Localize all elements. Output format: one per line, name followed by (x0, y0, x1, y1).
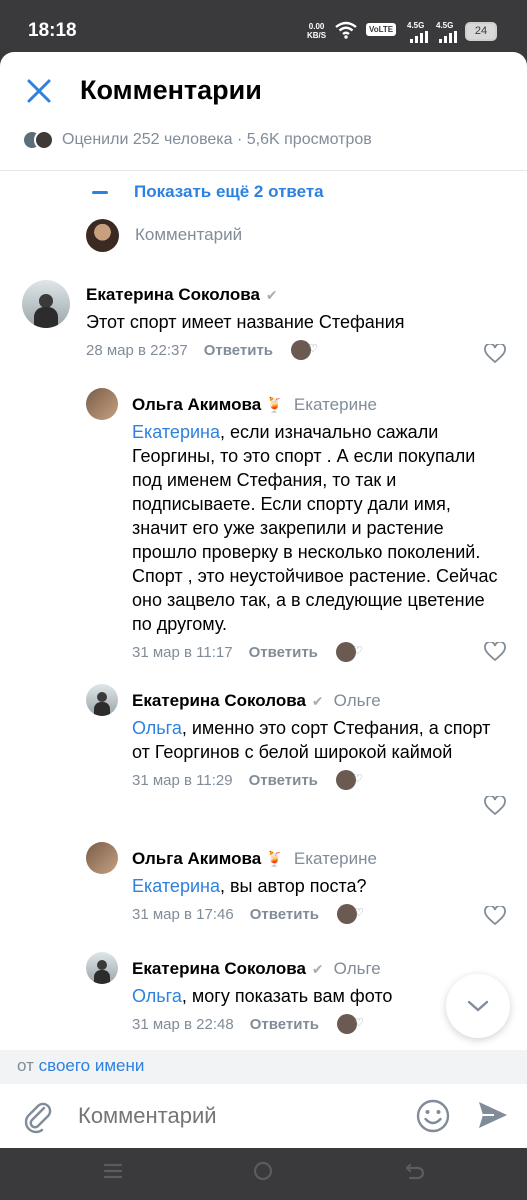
comment-text: Екатерина, вы автор поста? (132, 874, 507, 898)
comment-text-content: , могу показать вам фото (181, 986, 393, 1006)
reply-button[interactable]: Ответить (250, 906, 319, 923)
comment-date: 31 мар в 11:17 (132, 643, 233, 661)
likes-text: Оценили 252 человека · 5,6K просмотров (62, 131, 372, 148)
avatar[interactable] (22, 280, 70, 328)
mention-link[interactable]: Ольга (132, 718, 182, 738)
battery-level: 24 (474, 25, 488, 37)
signal-icon (410, 31, 428, 43)
comment: Екатерина Соколова ✔ Ольге Ольга, именно… (86, 684, 512, 824)
heart-icon[interactable] (484, 906, 506, 926)
verified-icon: ✔ (311, 692, 324, 709)
post-as-prefix: от (17, 1056, 34, 1075)
divider (0, 170, 527, 171)
comment-text-content: , именно это сорт Стефания, а спорт от Г… (132, 718, 491, 762)
verified-icon: ✔ (311, 960, 324, 977)
show-more-replies-label: Показать ещё 2 ответа (134, 182, 324, 201)
reply-to-name: Екатерине (293, 849, 377, 868)
status-bar: 18:18 0.00 KB/S VoLTE 4.5G 4.5G 24 (0, 0, 527, 60)
signal-icon (439, 31, 457, 43)
comment-text: Ольга, именно это сорт Стефания, а спорт… (132, 716, 507, 764)
system-nav-bar (0, 1148, 527, 1200)
comment-date: 31 мар в 11:29 (132, 771, 233, 789)
net-speed: 0.00 KB/S (307, 22, 326, 40)
comment-input[interactable] (78, 1100, 398, 1132)
comment-text: Этот спорт имеет название Стефания (86, 310, 506, 334)
liker-avatar (337, 1014, 364, 1034)
comment-author[interactable]: Екатерина Соколова (132, 691, 306, 711)
battery-icon: 24 (465, 22, 497, 41)
comment: Екатерина Соколова ✔ Этот спорт имеет на… (22, 280, 512, 370)
home-icon[interactable] (252, 1160, 274, 1182)
attach-icon[interactable] (20, 1098, 56, 1134)
close-icon[interactable] (24, 76, 54, 106)
comment-date: 28 мар в 22:37 (86, 341, 188, 359)
comment-author[interactable]: Ольга Акимова (132, 849, 261, 869)
page-title: Комментарии (80, 75, 262, 105)
reply-button[interactable]: Ответить (250, 1016, 319, 1033)
comment-text-content: , если изначально сажали Георгины, то эт… (132, 422, 498, 634)
reply-to-name: Ольге (333, 691, 381, 710)
mention-link[interactable]: Екатерина (132, 422, 220, 442)
comment-text-content: , вы автор поста? (219, 876, 367, 896)
liker-avatar (335, 770, 363, 790)
heart-icon[interactable] (484, 344, 506, 364)
comment-text-content: Этот спорт имеет название Стефания (86, 312, 405, 332)
thread-reply-placeholder: Комментарий (135, 225, 243, 244)
mention-link[interactable]: Ольга (132, 986, 182, 1006)
comment: Ольга Акимова 🍹 Екатерине Екатерина, вы … (86, 842, 512, 938)
mention-link[interactable]: Екатерина (132, 876, 220, 896)
send-icon[interactable] (476, 1098, 510, 1132)
comment: Екатерина Соколова ✔ Ольге Ольга, могу п… (86, 952, 426, 1048)
comment-text: Екатерина, если изначально сажали Георги… (132, 420, 507, 636)
wifi-icon (335, 21, 357, 39)
show-more-replies-button[interactable]: Показать ещё 2 ответа (92, 180, 324, 204)
collapse-dash-icon (92, 190, 108, 194)
likes-summary[interactable]: Оценили 252 человека · 5,6K просмотров (22, 128, 372, 152)
comment-date: 31 мар в 17:46 (132, 905, 234, 923)
avatar (86, 218, 119, 252)
heart-icon[interactable] (484, 796, 506, 816)
avatar[interactable] (86, 388, 118, 420)
reply-button[interactable]: Ответить (204, 342, 273, 359)
cocktail-emoji: 🍹 (265, 397, 284, 414)
reply-to-name: Екатерине (293, 395, 377, 414)
comment-text: Ольга, могу показать вам фото (132, 984, 422, 1008)
cocktail-emoji: 🍹 (265, 851, 284, 868)
comment-author[interactable]: Екатерина Соколова (86, 285, 260, 305)
avatar[interactable] (86, 952, 118, 984)
sim1-network: 4.5G (407, 21, 425, 30)
emoji-icon[interactable] (415, 1098, 451, 1134)
comment-author[interactable]: Екатерина Соколова (132, 959, 306, 979)
comments-sheet: Комментарии Оценили 252 человека · 5,6K … (0, 52, 527, 1148)
net-speed-value: 0.00 (308, 22, 325, 31)
liker-avatar (335, 642, 363, 662)
comment-author[interactable]: Ольга Акимова (132, 395, 261, 415)
comment-composer (0, 1084, 527, 1148)
scroll-down-button[interactable] (446, 974, 510, 1038)
chevron-down-icon (467, 1000, 489, 1012)
sim2-network: 4.5G (436, 21, 454, 30)
avatar[interactable] (86, 684, 118, 716)
volte-badge: VoLTE (366, 23, 397, 36)
post-as-bar: от своего имени (0, 1050, 527, 1084)
post-as-link[interactable]: своего имени (39, 1056, 145, 1075)
comment: Ольга Акимова 🍹 Екатерине Екатерина, есл… (86, 388, 512, 668)
liker-avatar (291, 340, 318, 360)
reply-to-name: Ольге (333, 959, 381, 978)
verified-icon: ✔ (265, 286, 278, 303)
liker-avatar (337, 904, 364, 924)
status-time: 18:18 (28, 20, 77, 41)
avatar (34, 130, 54, 150)
back-icon[interactable] (404, 1160, 426, 1182)
comment-date: 31 мар в 22:48 (132, 1015, 234, 1033)
heart-icon[interactable] (484, 642, 506, 662)
menu-icon[interactable] (102, 1160, 124, 1182)
reply-button[interactable]: Ответить (249, 772, 318, 789)
avatar[interactable] (86, 842, 118, 874)
reply-button[interactable]: Ответить (249, 644, 318, 661)
net-speed-unit: KB/S (307, 31, 327, 40)
thread-reply-input[interactable]: Комментарий (86, 218, 242, 252)
